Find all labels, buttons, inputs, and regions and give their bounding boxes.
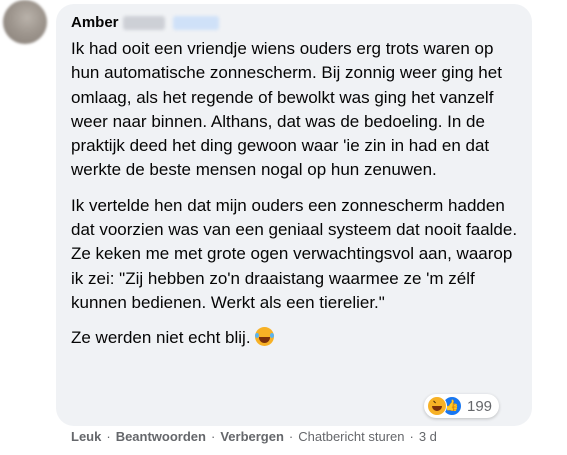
- author-name[interactable]: Amber: [71, 13, 119, 33]
- comment-last-line: Ze werden niet echt blij.: [71, 328, 251, 348]
- redacted-tag: [172, 16, 219, 30]
- comment-paragraph: Ik had ooit een vriendje wiens ouders er…: [71, 39, 502, 180]
- comment-actions: Leuk · Beantwoorden · Verbergen · Chatbe…: [71, 427, 437, 445]
- separator: ·: [288, 428, 294, 444]
- haha-reaction-icon: [427, 396, 447, 416]
- reaction-summary[interactable]: 👍 199: [424, 394, 500, 418]
- comment-paragraph: Ze werden niet echt blij.: [71, 326, 521, 350]
- reply-link[interactable]: Beantwoorden: [116, 429, 206, 444]
- send-message-link[interactable]: Chatbericht sturen: [298, 429, 404, 444]
- laughing-tears-emoji-icon: [254, 327, 274, 347]
- comment-bubble: Amber Ik had ooit een vriendje wiens oud…: [56, 4, 532, 426]
- avatar[interactable]: [3, 0, 47, 44]
- reaction-count: 199: [467, 397, 493, 415]
- redacted-surname: [122, 16, 165, 30]
- separator: ·: [106, 428, 111, 444]
- comment-text: Ik had ooit een vriendje wiens ouders er…: [71, 37, 521, 351]
- hide-link[interactable]: Verbergen: [220, 429, 284, 444]
- separator: ·: [210, 428, 216, 444]
- separator: ·: [409, 428, 414, 444]
- timestamp[interactable]: 3 d: [419, 429, 437, 444]
- author-row: Amber: [71, 13, 219, 33]
- comment-paragraph: Ik vertelde hen dat mijn ouders een zonn…: [71, 195, 518, 312]
- like-link[interactable]: Leuk: [71, 429, 101, 444]
